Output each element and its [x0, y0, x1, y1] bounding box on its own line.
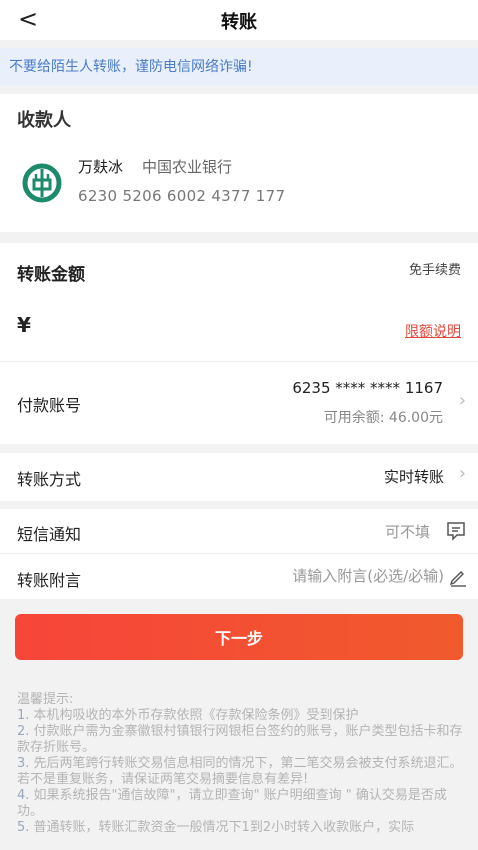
- tip-item: 4. 如果系统报告"通信故障"，请立即查询" 账户明细查询 " 确认交易是否成功…: [17, 788, 447, 819]
- tips-section: 温馨提示: 1. 本机构吸收的本外币存款依照《存款保险条例》受到保护 2. 付款…: [17, 692, 463, 836]
- memo-row: 转账附言: [0, 554, 478, 599]
- pay-account-row[interactable]: 付款账号 6235 **** **** 1167 可用余额: 46.00元 ›: [0, 362, 478, 444]
- sms-notify-row[interactable]: 短信通知 可不填: [0, 509, 478, 553]
- abc-bank-logo-icon: [22, 163, 62, 203]
- pencil-icon: [449, 571, 466, 587]
- fee-note: 免手续费: [408, 263, 461, 278]
- memo-input[interactable]: [224, 562, 444, 590]
- tips-title: 温馨提示:: [17, 692, 74, 707]
- payee-name: 万麸冰: [78, 158, 124, 176]
- memo-label: 转账附言: [17, 571, 82, 590]
- payee-account-number: 6230 5206 6002 4377 177: [78, 187, 286, 205]
- transfer-method-label: 转账方式: [17, 470, 82, 489]
- amount-heading: 转账金额: [17, 265, 85, 285]
- pay-account-number: 6235 **** **** 1167: [292, 379, 443, 397]
- available-balance: 可用余额: 46.00元: [323, 410, 443, 426]
- nav-bar: < 转账: [0, 0, 478, 40]
- sms-label: 短信通知: [17, 525, 82, 544]
- tip-item: 1. 本机构吸收的本外币存款依照《存款保险条例》受到保护: [17, 708, 359, 723]
- payee-bank: 中国农业银行: [142, 158, 233, 176]
- tip-item: 3. 先后两笔跨行转账交易信息相同的情况下，第二笔交易会被支付系统退汇。若不是重…: [17, 756, 463, 787]
- amount-section: 转账金额 免手续费 ¥ 限额说明: [0, 243, 478, 361]
- payee-section: 收款人: [0, 94, 478, 232]
- transfer-method-row[interactable]: 转账方式 实时转账 ›: [0, 453, 478, 501]
- tip-item: 2. 付款账户需为金寨徽银村镇银行网银柜台签约的账号，账户类型包括卡和存款存折账…: [17, 724, 463, 755]
- limit-info-link[interactable]: 限额说明: [405, 321, 461, 341]
- amount-input[interactable]: ¥: [17, 313, 31, 337]
- page-title: 转账: [221, 12, 257, 33]
- sms-value: 可不填: [384, 523, 430, 541]
- chevron-right-icon: ›: [458, 463, 466, 484]
- transfer-method-value: 实时转账: [383, 468, 444, 486]
- next-step-button[interactable]: 下一步: [15, 614, 463, 660]
- tip-item: 5. 普通转账，转账汇款资金一般情况下1到2小时转入收款账户，实际: [17, 820, 415, 835]
- fraud-warning-banner: 不要给陌生人转账，谨防电信网络诈骗!: [0, 48, 478, 86]
- pay-account-label: 付款账号: [17, 396, 82, 415]
- message-icon[interactable]: [446, 521, 466, 541]
- payee-heading: 收款人: [17, 110, 71, 131]
- chevron-right-icon: ›: [458, 390, 466, 411]
